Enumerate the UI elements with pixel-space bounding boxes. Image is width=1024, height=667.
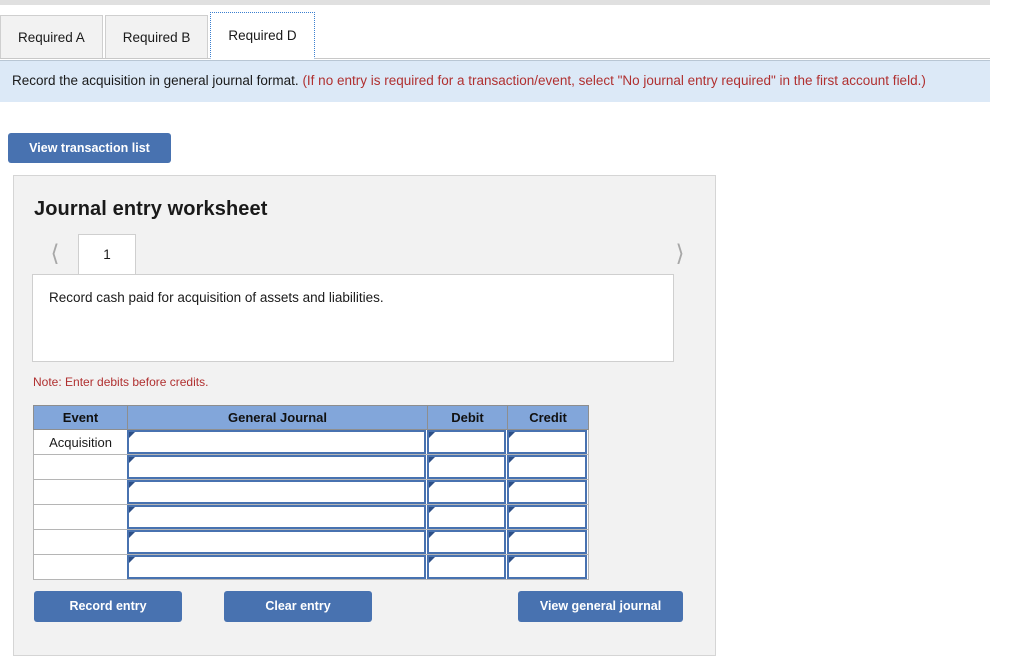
cell-debit-1[interactable] xyxy=(427,454,508,480)
chevron-left-icon[interactable]: ⟨ xyxy=(42,240,68,268)
tab-required-d[interactable]: Required D xyxy=(210,12,315,59)
required-tab-bar: Required A Required B Required D xyxy=(0,11,990,59)
worksheet-pager: ⟨ 1 ⟩ xyxy=(32,234,697,275)
cell-general-journal-3[interactable] xyxy=(127,504,428,530)
instruction-banner: Record the acquisition in general journa… xyxy=(0,60,990,102)
debits-before-credits-note: Note: Enter debits before credits. xyxy=(33,375,209,389)
table-row: Acquisition xyxy=(33,429,589,455)
debit-input-0[interactable] xyxy=(427,430,506,454)
column-header-debit: Debit xyxy=(427,405,508,430)
view-transaction-list-button[interactable]: View transaction list xyxy=(8,133,171,163)
column-header-credit: Credit xyxy=(507,405,589,430)
credit-input-2[interactable] xyxy=(507,480,587,504)
account-select-1[interactable] xyxy=(127,455,426,479)
column-header-event: Event xyxy=(33,405,128,430)
chevron-right-icon[interactable]: ⟩ xyxy=(667,240,693,268)
table-row xyxy=(33,504,589,530)
cell-event-5 xyxy=(33,554,128,580)
column-header-general-journal: General Journal xyxy=(127,405,428,430)
cell-general-journal-0[interactable] xyxy=(127,429,428,455)
table-row xyxy=(33,454,589,480)
cell-debit-4[interactable] xyxy=(427,529,508,555)
table-header-row: Event General Journal Debit Credit xyxy=(33,405,589,430)
cell-event-3 xyxy=(33,504,128,530)
credit-input-4[interactable] xyxy=(507,530,587,554)
cell-credit-4[interactable] xyxy=(507,529,589,555)
entry-description-text: Record cash paid for acquisition of asse… xyxy=(49,290,384,305)
account-select-2[interactable] xyxy=(127,480,426,504)
debit-input-2[interactable] xyxy=(427,480,506,504)
account-select-3[interactable] xyxy=(127,505,426,529)
table-row xyxy=(33,479,589,505)
cell-credit-5[interactable] xyxy=(507,554,589,580)
cell-debit-0[interactable] xyxy=(427,429,508,455)
debit-input-1[interactable] xyxy=(427,455,506,479)
view-general-journal-button[interactable]: View general journal xyxy=(518,591,683,622)
cell-credit-2[interactable] xyxy=(507,479,589,505)
cell-debit-2[interactable] xyxy=(427,479,508,505)
cell-credit-0[interactable] xyxy=(507,429,589,455)
credit-input-1[interactable] xyxy=(507,455,587,479)
table-row xyxy=(33,529,589,555)
record-entry-button[interactable]: Record entry xyxy=(34,591,182,622)
cell-event-1 xyxy=(33,454,128,480)
debit-input-5[interactable] xyxy=(427,555,506,579)
clear-entry-button[interactable]: Clear entry xyxy=(224,591,372,622)
top-strip xyxy=(0,0,990,5)
table-row xyxy=(33,554,589,580)
instruction-main-text: Record the acquisition in general journa… xyxy=(12,73,299,88)
credit-input-3[interactable] xyxy=(507,505,587,529)
cell-general-journal-2[interactable] xyxy=(127,479,428,505)
debit-input-3[interactable] xyxy=(427,505,506,529)
page-title: Journal entry worksheet xyxy=(34,198,268,220)
cell-event-4 xyxy=(33,529,128,555)
debit-input-4[interactable] xyxy=(427,530,506,554)
cell-credit-1[interactable] xyxy=(507,454,589,480)
instruction-hint-text: (If no entry is required for a transacti… xyxy=(302,73,926,88)
cell-general-journal-5[interactable] xyxy=(127,554,428,580)
cell-event-0: Acquisition xyxy=(33,429,128,455)
credit-input-5[interactable] xyxy=(507,555,587,579)
cell-general-journal-4[interactable] xyxy=(127,529,428,555)
journal-entry-worksheet-panel: Journal entry worksheet ⟨ 1 ⟩ Record cas… xyxy=(13,175,716,656)
tab-required-b[interactable]: Required B xyxy=(104,15,209,59)
account-select-0[interactable] xyxy=(127,430,426,454)
account-select-5[interactable] xyxy=(127,555,426,579)
entry-description-box: Record cash paid for acquisition of asse… xyxy=(32,274,674,362)
cell-event-2 xyxy=(33,479,128,505)
pager-page-1[interactable]: 1 xyxy=(78,234,136,275)
cell-general-journal-1[interactable] xyxy=(127,454,428,480)
credit-input-0[interactable] xyxy=(507,430,587,454)
cell-credit-3[interactable] xyxy=(507,504,589,530)
cell-debit-3[interactable] xyxy=(427,504,508,530)
cell-debit-5[interactable] xyxy=(427,554,508,580)
journal-entry-table: Event General Journal Debit Credit Acqui… xyxy=(33,405,589,580)
account-select-4[interactable] xyxy=(127,530,426,554)
tab-required-a[interactable]: Required A xyxy=(0,15,103,59)
